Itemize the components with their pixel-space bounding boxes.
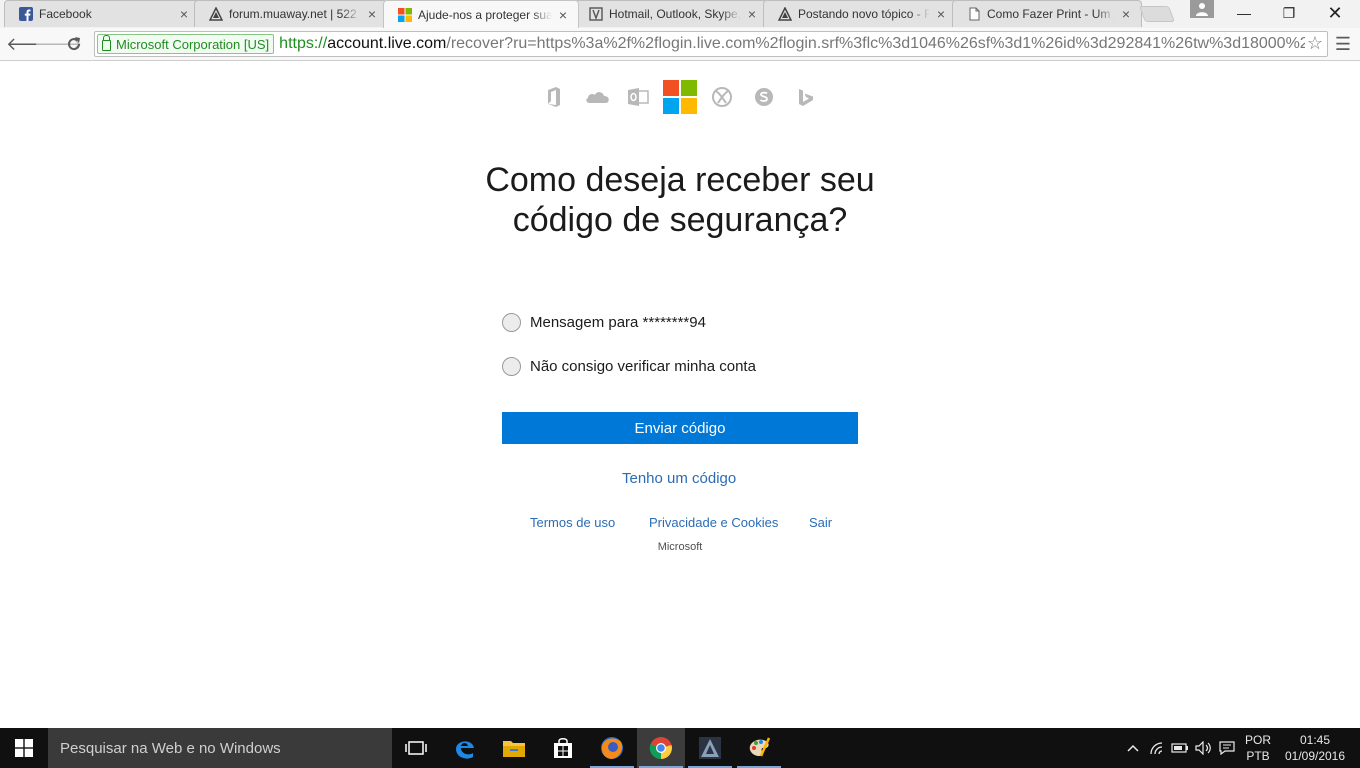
chrome-icon[interactable] xyxy=(637,728,685,768)
page-content: Como deseja receber seu código de segura… xyxy=(0,62,1360,728)
tab-title: Facebook xyxy=(39,7,92,21)
ev-badge-label: Microsoft Corporation [US] xyxy=(116,36,270,52)
show-hidden-icons[interactable] xyxy=(1124,728,1142,768)
tab-title: Hotmail, Outlook, Skype, xyxy=(609,7,741,21)
language-code: POR xyxy=(1244,733,1271,747)
close-window-button[interactable]: ✕ xyxy=(1312,0,1358,26)
minimize-button[interactable]: — xyxy=(1221,0,1267,26)
keyboard-layout: PTB xyxy=(1246,749,1270,763)
chrome-menu-icon[interactable]: ☰ xyxy=(1333,33,1353,55)
tab-ajude-nos[interactable]: Ajude-nos a proteger sua × xyxy=(383,0,579,28)
battery-icon[interactable] xyxy=(1170,728,1190,768)
close-tab-icon[interactable]: × xyxy=(745,6,759,22)
taskbar-search-input[interactable]: Pesquisar na Web e no Windows xyxy=(48,728,392,768)
volume-icon[interactable] xyxy=(1193,728,1213,768)
tab-hotmail[interactable]: Hotmail, Outlook, Skype, × xyxy=(574,0,768,27)
windows-taskbar: Pesquisar na Web e no Windows POR PTB 01… xyxy=(0,728,1360,768)
tab-title: Postando novo tópico - F xyxy=(798,7,930,21)
hotmail-icon xyxy=(589,7,603,21)
facebook-icon xyxy=(19,7,33,21)
close-tab-icon[interactable]: × xyxy=(934,6,948,22)
url-scheme: https:// xyxy=(279,35,328,52)
option-label: Não consigo verificar minha conta xyxy=(530,357,756,375)
file-explorer-icon[interactable] xyxy=(490,728,538,768)
skype-icon xyxy=(755,88,773,106)
send-code-button[interactable]: Enviar código xyxy=(502,412,858,444)
privacy-cookies-link[interactable]: Privacidade e Cookies xyxy=(649,515,778,530)
edge-icon[interactable] xyxy=(441,728,489,768)
option-send-sms[interactable]: Mensagem para ********94 xyxy=(502,311,706,333)
tab-como-fazer-print[interactable]: Como Fazer Print - Um je × xyxy=(952,0,1142,27)
lock-icon xyxy=(102,34,111,51)
mu-icon xyxy=(778,7,792,21)
tab-forum-muaway[interactable]: forum.muaway.net | 522 × xyxy=(194,0,388,27)
paint-icon[interactable] xyxy=(735,728,783,768)
action-center-icon[interactable] xyxy=(1216,728,1238,768)
sign-out-link[interactable]: Sair xyxy=(809,515,832,530)
clock-time: 01:45 xyxy=(1299,733,1331,747)
tab-title: Ajude-nos a proteger sua xyxy=(418,7,552,22)
wifi-icon[interactable] xyxy=(1148,728,1168,768)
microsoft-icon xyxy=(398,7,412,22)
radio-button[interactable] xyxy=(502,312,521,332)
taskbar-clock[interactable]: 01:45 01/09/2016 xyxy=(1280,732,1350,764)
outlook-icon xyxy=(628,88,649,106)
mu-game-icon[interactable] xyxy=(686,728,734,768)
url-text: https://account.live.com/recover?ru=http… xyxy=(279,35,1317,53)
tab-postando[interactable]: Postando novo tópico - F × xyxy=(763,0,957,27)
start-button[interactable] xyxy=(0,728,48,768)
mu-icon xyxy=(209,7,223,21)
ev-certificate-badge[interactable]: Microsoft Corporation [US] xyxy=(97,34,275,54)
firefox-icon[interactable] xyxy=(588,728,636,768)
bookmark-star-icon[interactable]: ☆ xyxy=(1304,33,1323,54)
xbox-icon xyxy=(712,87,732,107)
office-icon xyxy=(548,87,560,107)
address-bar[interactable]: Microsoft Corporation [US] https://accou… xyxy=(94,31,1328,57)
option-label: Mensagem para ********94 xyxy=(530,313,706,331)
have-code-link[interactable]: Tenho um código xyxy=(622,470,736,487)
tab-strip: Facebook × forum.muaway.net | 522 × Ajud… xyxy=(0,0,1360,28)
close-tab-icon[interactable]: × xyxy=(556,7,570,23)
profile-icon[interactable] xyxy=(1190,0,1214,18)
close-tab-icon[interactable]: × xyxy=(365,6,379,22)
new-tab-button[interactable] xyxy=(1139,6,1175,22)
reload-button[interactable] xyxy=(62,32,86,56)
document-icon xyxy=(967,7,981,21)
close-tab-icon[interactable]: × xyxy=(177,6,191,22)
tab-title: forum.muaway.net | 522 xyxy=(229,7,357,21)
browser-toolbar: 🡐 🡒 Microsoft Corporation [US] https://a… xyxy=(0,28,1360,61)
radio-button[interactable] xyxy=(502,356,521,376)
microsoft-logo xyxy=(663,80,697,114)
task-view-icon[interactable] xyxy=(392,728,440,768)
footer-copyright: Microsoft xyxy=(657,541,703,553)
close-tab-icon[interactable]: × xyxy=(1119,6,1133,22)
tab-facebook[interactable]: Facebook × xyxy=(4,0,200,27)
back-button[interactable]: 🡐 xyxy=(6,32,54,56)
onedrive-icon xyxy=(586,92,609,103)
restore-button[interactable]: ❐ xyxy=(1266,0,1312,26)
option-cannot-verify[interactable]: Não consigo verificar minha conta xyxy=(502,355,756,377)
tab-title: Como Fazer Print - Um je xyxy=(987,7,1115,21)
store-icon[interactable] xyxy=(539,728,587,768)
clock-date: 01/09/2016 xyxy=(1284,749,1346,763)
page-title: Como deseja receber seu código de segura… xyxy=(485,161,875,239)
url-path: /recover?ru=https%3a%2f%2flogin.live.com… xyxy=(446,35,1318,52)
terms-link[interactable]: Termos de uso xyxy=(530,515,615,530)
url-host: account.live.com xyxy=(327,35,447,52)
forward-button[interactable]: 🡒 xyxy=(34,32,82,56)
microsoft-brand-bar xyxy=(0,80,1360,116)
windows-logo-icon xyxy=(15,739,33,757)
input-language-indicator[interactable]: POR PTB xyxy=(1238,732,1278,764)
bing-icon xyxy=(799,89,813,106)
